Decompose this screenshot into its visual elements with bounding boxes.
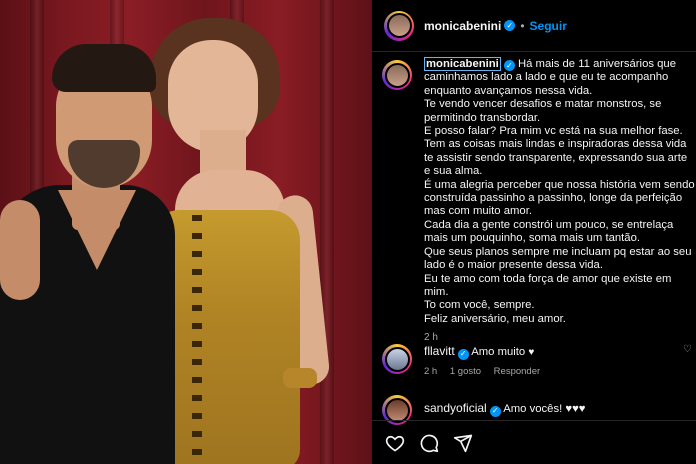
comments-panel: monicabenini ✓ • Seguir monicabenini ✓ Há… <box>372 0 696 464</box>
caption-text: monicabenini ✓ Há mais de 11 aniversários… <box>424 57 696 326</box>
post-photo[interactable] <box>0 0 372 464</box>
verified-badge-icon: ✓ <box>489 405 501 417</box>
heart-emoji: ♥ <box>528 347 535 358</box>
author-username[interactable]: monicabenini <box>424 19 501 33</box>
man-hair <box>52 44 156 92</box>
follow-button[interactable]: Seguir <box>530 19 567 33</box>
action-bar <box>372 420 696 464</box>
reply-button[interactable]: Responder <box>494 366 540 377</box>
caption-body: Há mais de 11 aniversários que caminhamo… <box>424 58 695 325</box>
separator-dot: • <box>520 18 525 33</box>
comment-text: Amo muito <box>471 346 526 358</box>
verified-badge-icon: ✓ <box>503 60 515 72</box>
caption-timestamp[interactable]: 2 h <box>424 332 696 343</box>
comment-item: fllavitt ✓ Amo muito ♥ 2 h 1 gosto Respon… <box>382 344 692 379</box>
share-icon[interactable] <box>452 432 474 454</box>
man-arm <box>0 200 40 300</box>
verified-badge-icon: ✓ <box>457 348 469 360</box>
gold-bracelet <box>283 368 317 388</box>
comment-username[interactable]: sandyoficial <box>424 401 487 415</box>
comment-time[interactable]: 2 h <box>424 366 437 377</box>
caption-username[interactable]: monicabenini <box>424 57 501 71</box>
curtain-fold <box>320 0 334 464</box>
post-caption: monicabenini ✓ Há mais de 11 aniversários… <box>372 57 696 343</box>
comment-icon[interactable] <box>418 432 440 454</box>
verified-badge-icon: ✓ <box>504 20 516 31</box>
commenter-avatar[interactable] <box>382 344 412 374</box>
post-header: monicabenini ✓ • Seguir <box>372 0 696 52</box>
heart-icon[interactable] <box>384 432 406 454</box>
author-avatar[interactable] <box>384 10 414 41</box>
comment-like-heart-icon[interactable]: ♡ <box>683 344 692 355</box>
author-avatar[interactable] <box>382 60 412 90</box>
comment-likes[interactable]: 1 gosto <box>450 366 481 377</box>
comment-username[interactable]: fllavitt <box>424 344 455 358</box>
dress-buttons <box>192 215 202 455</box>
comment-text: Amo vocês! ♥♥♥ <box>503 403 586 415</box>
